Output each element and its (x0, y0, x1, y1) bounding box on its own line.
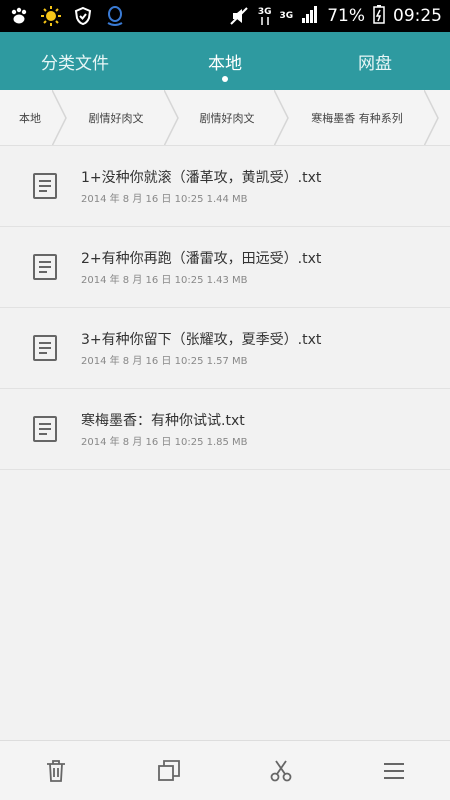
text-file-icon (33, 254, 57, 280)
list-item[interactable]: 1+没种你就滚（潘革攻，黄凯受）.txt 2014 年 8 月 16 日 10:… (0, 146, 450, 227)
list-item[interactable]: 3+有种你留下（张耀攻，夏季受）.txt 2014 年 8 月 16 日 10:… (0, 308, 450, 389)
network-3g-2: 3G (279, 10, 294, 21)
file-info: 2014 年 8 月 16 日 10:25 1.44 MB (81, 194, 248, 205)
list-item[interactable]: 寒梅墨香：有种你试试.txt 2014 年 8 月 16 日 10:25 1.8… (0, 389, 450, 470)
signal-icon (301, 5, 319, 28)
top-tab-bar: 分类文件 本地 网盘 (0, 32, 450, 90)
file-info: 2014 年 8 月 16 日 10:25 1.43 MB (81, 275, 248, 286)
text-file-icon (33, 335, 57, 361)
battery-charging-icon (373, 4, 385, 29)
breadcrumb-item-current[interactable]: 寒梅墨香 有种系列 (282, 90, 439, 145)
mute-icon (228, 5, 250, 27)
network-3g-1: 3G (258, 7, 272, 25)
tab-local[interactable]: 本地 (150, 32, 300, 90)
breadcrumb-label: 剧情好肉文 (199, 112, 255, 125)
file-list: 1+没种你就滚（潘革攻，黄凯受）.txt 2014 年 8 月 16 日 10:… (0, 146, 450, 470)
tab-categories[interactable]: 分类文件 (0, 32, 150, 90)
breadcrumb-label: 寒梅墨香 有种系列 (311, 112, 403, 125)
baidu-paw-icon (8, 5, 30, 27)
file-name: 2+有种你再跑（潘雷攻，田远受）.txt (81, 251, 322, 267)
trash-icon (47, 759, 66, 782)
file-name: 寒梅墨香：有种你试试.txt (81, 413, 245, 429)
menu-icon (383, 762, 404, 779)
file-name: 1+没种你就滚（潘革攻，黄凯受）.txt (81, 170, 322, 186)
cut-button[interactable] (261, 751, 301, 791)
file-info: 2014 年 8 月 16 日 10:25 1.57 MB (81, 356, 248, 367)
breadcrumb-item-folder-1[interactable]: 剧情好肉文 (60, 90, 179, 145)
delete-button[interactable] (36, 751, 76, 791)
more-menu-button[interactable] (374, 751, 414, 791)
cut-icon (270, 759, 292, 781)
sun-icon (40, 5, 62, 27)
battery-percent: 71% (327, 6, 365, 26)
status-bar: 3G 3G 71% 09:25 (0, 0, 450, 32)
tab-cloud-drive[interactable]: 网盘 (300, 32, 450, 90)
copy-icon (157, 759, 180, 781)
tab-label: 网盘 (358, 53, 392, 74)
list-item[interactable]: 2+有种你再跑（潘雷攻，田远受）.txt 2014 年 8 月 16 日 10:… (0, 227, 450, 308)
breadcrumb-label: 剧情好肉文 (88, 112, 144, 125)
qq-icon (104, 5, 126, 27)
tab-label: 本地 (208, 53, 242, 74)
shield-icon (72, 5, 94, 27)
breadcrumb-item-local[interactable]: 本地 (0, 90, 67, 145)
active-tab-indicator (222, 76, 228, 82)
copy-button[interactable] (149, 751, 189, 791)
breadcrumb-label: 本地 (19, 112, 41, 125)
breadcrumb-item-folder-2[interactable]: 剧情好肉文 (172, 90, 289, 145)
text-file-icon (33, 173, 57, 199)
file-name: 3+有种你留下（张耀攻，夏季受）.txt (81, 332, 322, 348)
breadcrumb: 本地 剧情好肉文 剧情好肉文 寒梅墨香 有种系列 (0, 90, 450, 146)
bottom-action-bar (0, 740, 450, 800)
file-info: 2014 年 8 月 16 日 10:25 1.85 MB (81, 437, 248, 448)
clock: 09:25 (393, 6, 442, 26)
text-file-icon (33, 416, 57, 442)
tab-label: 分类文件 (41, 53, 109, 74)
